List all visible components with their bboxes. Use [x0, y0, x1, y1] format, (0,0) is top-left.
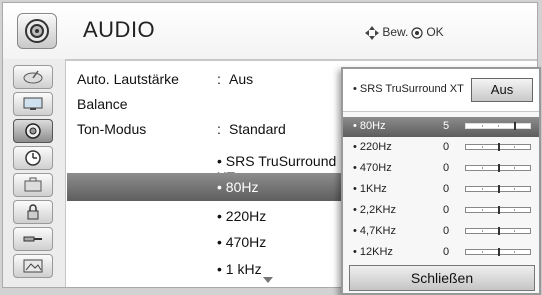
srs-toggle-button[interactable]: Aus [471, 78, 533, 102]
eq-slider-tick [482, 188, 483, 190]
eq-band-row[interactable]: • 4,7KHz 0 [343, 222, 539, 242]
eq-slider-knob[interactable] [498, 248, 500, 256]
eq-slider-tick [498, 125, 499, 127]
eq-band-value: 5 [443, 120, 450, 132]
eq-slider-knob[interactable] [498, 227, 500, 235]
briefcase-icon[interactable] [13, 173, 53, 197]
speaker-icon [17, 13, 57, 49]
eq-band-label: • 220Hz [353, 141, 392, 153]
submenu-item-80hz[interactable]: • 80Hz [67, 173, 347, 201]
submenu-item-220hz[interactable]: • 220Hz [67, 202, 347, 230]
eq-slider-knob[interactable] [498, 164, 500, 172]
eq-band-slider[interactable] [465, 164, 531, 172]
eq-slider-tick [482, 146, 483, 148]
photo-icon[interactable] [13, 254, 53, 278]
eq-band-value: 0 [443, 225, 450, 237]
menu-item-balance[interactable]: Balance [67, 90, 347, 118]
menu-item-auto-volume[interactable]: Auto. Lautstärke : Aus [67, 65, 347, 93]
eq-band-label: • 4,7KHz [353, 225, 396, 237]
eq-slider-tick [482, 251, 483, 253]
eq-band-label: • 2,2KHz [353, 204, 396, 216]
audio-menu-window: AUDIO Bew. OK Auto. Lautstärke: Aus Bal… [2, 2, 541, 295]
monitor-icon[interactable] [13, 92, 53, 116]
eq-slider-tick [482, 125, 483, 127]
eq-band-slider[interactable] [465, 227, 531, 235]
speaker-icon[interactable] [13, 119, 53, 143]
navigation-arrows-icon [365, 25, 379, 40]
ok-button-icon [411, 27, 423, 39]
eq-slider-tick [514, 188, 515, 190]
submenu-item-470hz[interactable]: • 470Hz [67, 228, 347, 256]
eq-slider-knob[interactable] [498, 143, 500, 151]
eq-slider-tick [514, 167, 515, 169]
menu-item-sound-mode[interactable]: Ton-Modus : Standard [67, 115, 347, 143]
submenu-item-label: • 470Hz [217, 234, 267, 250]
ok-hint: OK [411, 25, 444, 39]
page-title: AUDIO [83, 17, 156, 42]
eq-band-value: 0 [443, 204, 450, 216]
input-cable-icon[interactable] [13, 227, 53, 251]
menu-header: AUDIO Bew. OK [3, 3, 537, 61]
eq-band-row[interactable]: • 12KHz 0 [343, 243, 539, 263]
lock-icon[interactable] [13, 200, 53, 224]
menu-item-label: Ton-Modus [77, 121, 147, 137]
eq-slider-tick [514, 230, 515, 232]
eq-band-slider[interactable] [465, 185, 531, 193]
eq-slider-tick [482, 230, 483, 232]
submenu-item-srs[interactable]: • SRS TruSurround XT : [67, 147, 347, 185]
eq-slider-knob[interactable] [498, 206, 500, 214]
eq-slider-tick [482, 167, 483, 169]
menu-item-label: Auto. Lautstärke [77, 71, 179, 87]
eq-slider-tick [514, 209, 515, 211]
eq-band-row[interactable]: • 80Hz 5 [343, 117, 539, 137]
eq-band-value: 0 [443, 183, 450, 195]
srs-row: • SRS TruSurround XT Aus [343, 69, 539, 112]
eq-slider-tick [514, 251, 515, 253]
move-hint: Bew. [365, 25, 408, 40]
move-hint-label: Bew. [382, 25, 409, 39]
eq-band-slider[interactable] [465, 143, 531, 151]
submenu-item-label: • 1 kHz [217, 261, 262, 277]
eq-slider-knob[interactable] [514, 122, 516, 130]
eq-band-value: 0 [443, 246, 450, 258]
eq-band-label: • 470Hz [353, 162, 392, 174]
eq-band-slider[interactable] [465, 122, 531, 130]
eq-band-value: 0 [443, 162, 450, 174]
eq-band-row[interactable]: • 1KHz 0 [343, 180, 539, 200]
submenu-item-1khz[interactable]: • 1 kHz [67, 255, 347, 283]
eq-slider-tick [482, 209, 483, 211]
menu-item-label: Balance [77, 96, 128, 112]
eq-band-label: • 12KHz [353, 246, 393, 258]
submenu-item-label: • 220Hz [217, 208, 267, 224]
menu-item-value: Aus [229, 71, 254, 87]
eq-band-label: • 80Hz [353, 120, 386, 132]
scroll-down-icon[interactable] [263, 277, 273, 283]
srs-label: • SRS TruSurround XT [353, 83, 464, 95]
eq-band-row[interactable]: • 470Hz 0 [343, 159, 539, 179]
eq-slider-knob[interactable] [498, 185, 500, 193]
ok-hint-label: OK [426, 25, 444, 39]
eq-slider-tick [514, 146, 515, 148]
clock-icon[interactable] [13, 146, 53, 170]
eq-band-label: • 1KHz [353, 183, 387, 195]
equalizer-panel: • SRS TruSurround XT Aus • 80Hz 5 • 220Hz 0… [341, 67, 541, 295]
eq-band-row[interactable]: • 2,2KHz 0 [343, 201, 539, 221]
satellite-dish-icon[interactable] [13, 65, 53, 89]
eq-band-slider[interactable] [465, 248, 531, 256]
eq-band-value: 0 [443, 141, 450, 153]
menu-item-value: Standard [229, 121, 286, 137]
category-rail [3, 59, 66, 287]
eq-band-row[interactable]: • 220Hz 0 [343, 138, 539, 158]
eq-band-slider[interactable] [465, 206, 531, 214]
close-button[interactable]: Schließen [349, 265, 535, 291]
submenu-item-label: • 80Hz [217, 179, 259, 195]
